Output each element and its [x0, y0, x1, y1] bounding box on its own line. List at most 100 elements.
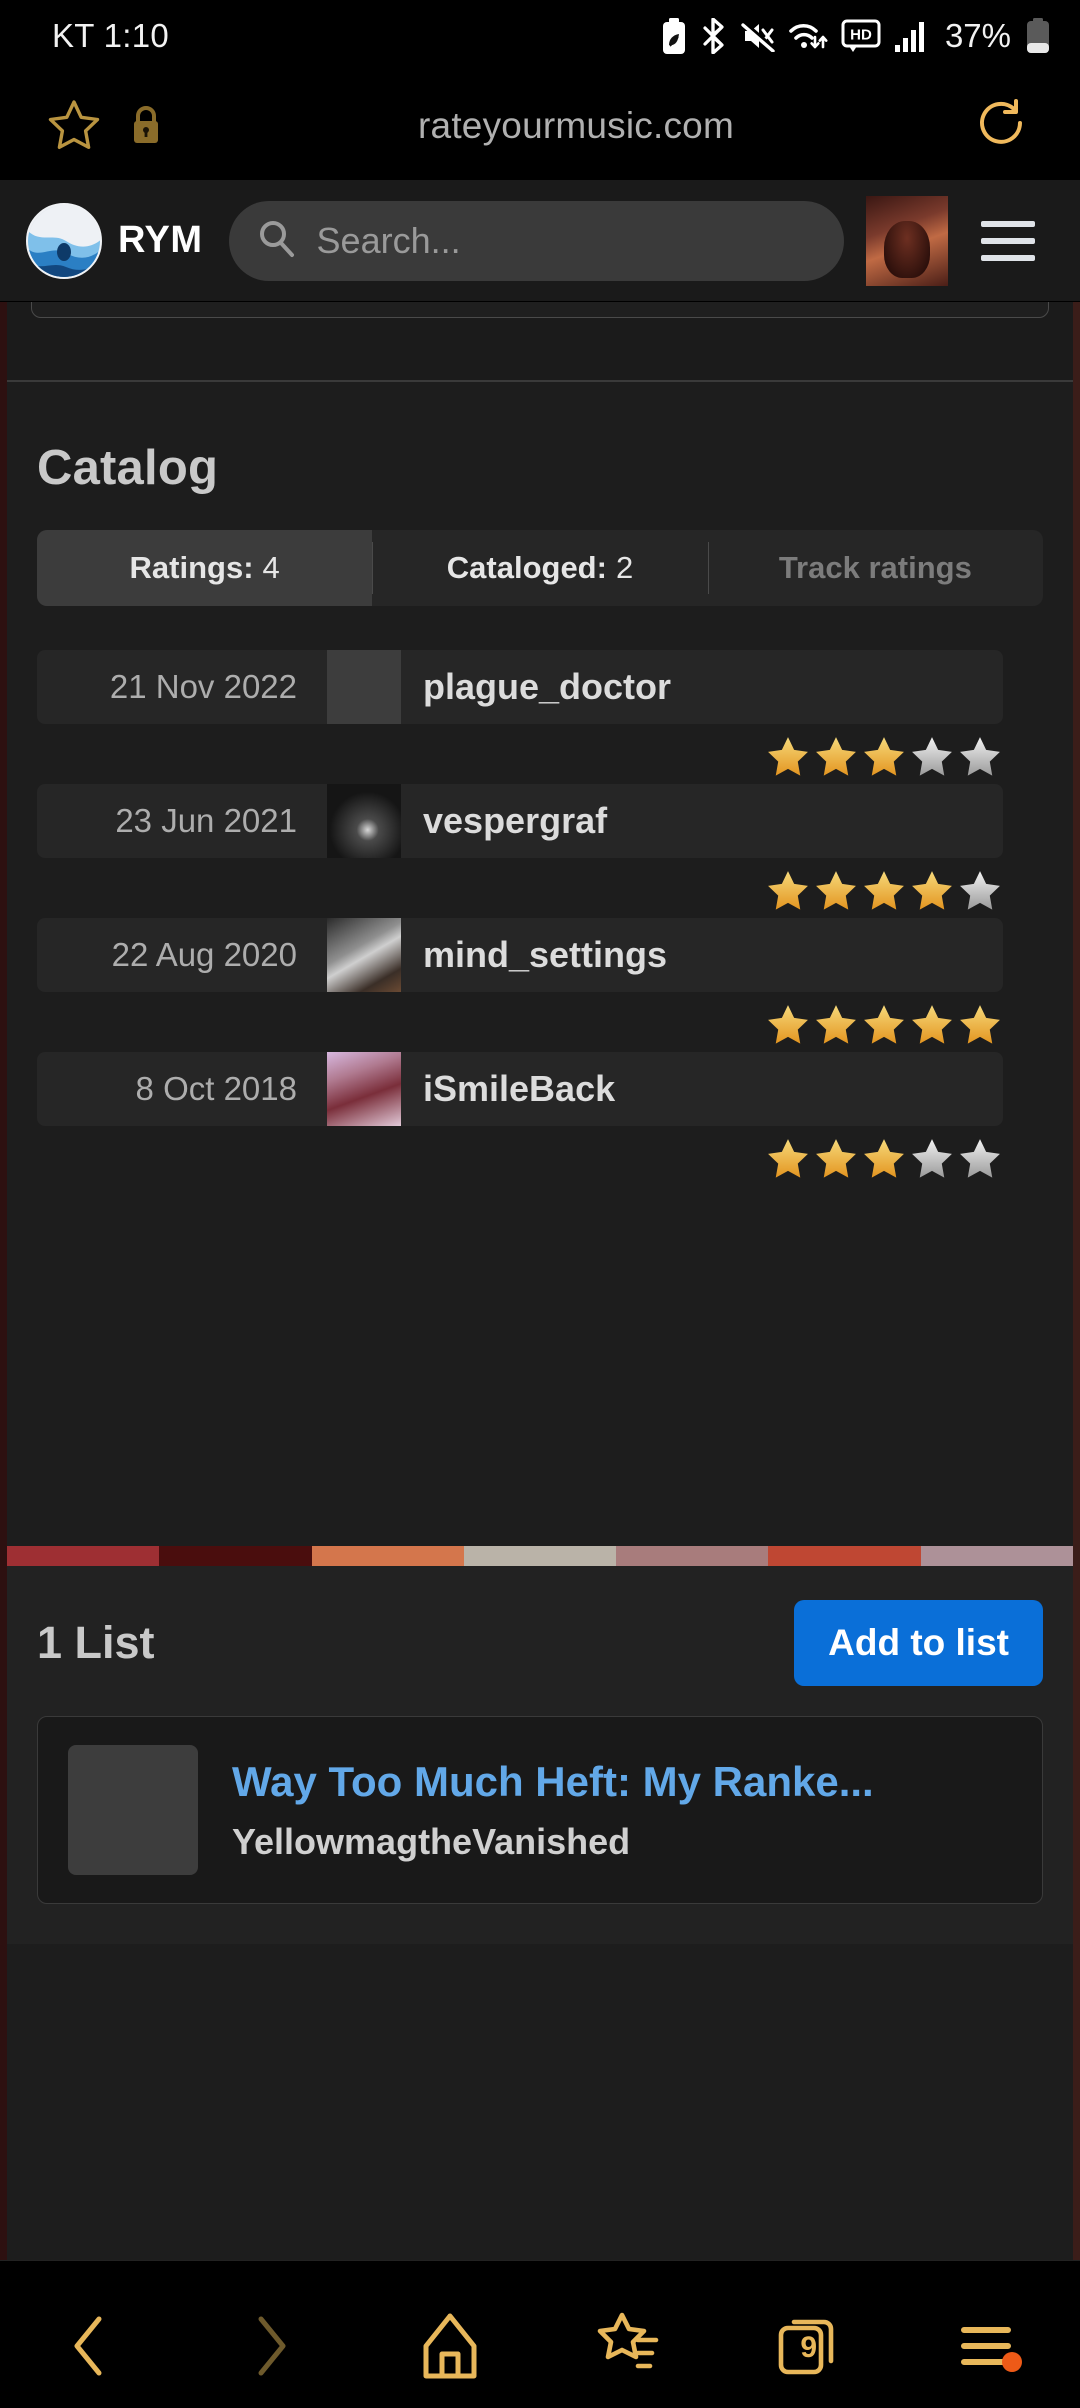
star-filled-icon [768, 871, 808, 910]
rating-date: 23 Jun 2021 [115, 802, 297, 839]
browser-back-button[interactable] [0, 2311, 180, 2381]
user-avatar-thumb[interactable] [327, 784, 401, 858]
star-filled-icon [768, 1139, 808, 1178]
star-empty-icon [960, 871, 1000, 910]
browser-forward-button[interactable] [180, 2311, 360, 2381]
browser-home-button[interactable] [360, 2310, 540, 2382]
tab-cataloged[interactable]: Cataloged: 2 [372, 530, 707, 606]
rating-row: 21 Nov 2022 plague_doctor [37, 650, 1043, 780]
rating-stars [37, 726, 1043, 780]
svg-text:HD: HD [850, 27, 872, 44]
reload-icon[interactable] [970, 97, 1042, 155]
partial-card-above [7, 302, 1073, 380]
star-filled-icon [912, 871, 952, 910]
rating-row-main[interactable]: 21 Nov 2022 plague_doctor [37, 650, 1003, 724]
star-empty-icon [912, 1139, 952, 1178]
rating-date: 8 Oct 2018 [135, 1070, 297, 1107]
palette-swatch-3 [463, 1546, 617, 1566]
site-header: RYM Search... [0, 180, 1080, 302]
catalog-section: Catalog Ratings: 4 Cataloged: 2 Track ra… [7, 440, 1073, 1546]
rating-row-main[interactable]: 22 Aug 2020 mind_settings [37, 918, 1003, 992]
palette-stripe [7, 1546, 1073, 1566]
lock-icon[interactable] [110, 102, 182, 150]
star-empty-icon [960, 737, 1000, 776]
user-avatar-thumb[interactable] [327, 650, 401, 724]
rating-username[interactable]: plague_doctor [401, 650, 1003, 724]
signal-icon [894, 19, 928, 53]
tab-track-ratings[interactable]: Track ratings [707, 530, 1043, 606]
page-title: Catalog [37, 441, 219, 495]
star-filled-icon [768, 1005, 808, 1044]
browser-tabs-button[interactable]: 9 [720, 2310, 900, 2382]
browser-bottom-nav: 9 [0, 2260, 1080, 2408]
list-item[interactable]: Way Too Much Heft: My Ranke... Yellowmag… [37, 1716, 1043, 1904]
star-empty-icon [960, 1139, 1000, 1178]
star-filled-icon [768, 737, 808, 776]
hamburger-icon[interactable] [962, 220, 1054, 261]
star-filled-icon [864, 871, 904, 910]
hd-icon: HD [841, 19, 881, 53]
rating-stars [37, 860, 1043, 914]
star-filled-icon [816, 737, 856, 776]
catalog-tabs: Ratings: 4 Cataloged: 2 Track ratings [37, 530, 1043, 606]
tab-cataloged-count: 2 [615, 550, 634, 585]
list-author[interactable]: YellowmagtheVanished [232, 1821, 1012, 1863]
browser-url-bar[interactable]: rateyourmusic.com [0, 72, 1080, 180]
bookmark-star-icon[interactable] [38, 97, 110, 155]
palette-swatch-2 [311, 1546, 464, 1566]
battery-saver-icon [661, 18, 687, 54]
star-filled-icon [912, 1005, 952, 1044]
star-filled-icon [816, 1005, 856, 1044]
search-placeholder: Search... [316, 219, 461, 261]
rating-row: 8 Oct 2018 iSmileBack [37, 1052, 1043, 1182]
star-filled-icon [960, 1005, 1000, 1044]
lists-section: 1 List Add to list Way Too Much Heft: My… [7, 1566, 1073, 1944]
page-content: Catalog Ratings: 4 Cataloged: 2 Track ra… [0, 302, 1080, 2260]
menu-notification-badge [1002, 2351, 1022, 2372]
tab-ratings-count: 4 [262, 550, 280, 585]
rating-username[interactable]: vespergraf [401, 784, 1003, 858]
palette-swatch-6 [920, 1546, 1073, 1566]
palette-swatch-5 [768, 1546, 921, 1566]
tab-cataloged-label: Cataloged: [446, 550, 607, 585]
battery-icon [1026, 18, 1050, 54]
search-input[interactable]: Search... [228, 200, 844, 281]
user-avatar-thumb[interactable] [327, 918, 401, 992]
list-title-link[interactable]: Way Too Much Heft: My Ranke... [232, 1757, 1012, 1807]
rating-row: 23 Jun 2021 vespergraf [37, 784, 1043, 914]
rating-row: 22 Aug 2020 mind_settings [37, 918, 1043, 1048]
star-filled-icon [864, 1005, 904, 1044]
browser-tab-count: 9 [800, 2330, 818, 2364]
star-empty-icon [912, 737, 952, 776]
browser-menu-button[interactable] [900, 2316, 1080, 2376]
brand-label: RYM [118, 219, 203, 261]
palette-swatch-4 [616, 1546, 769, 1566]
rym-logo-icon[interactable] [26, 202, 102, 279]
catalog-spacer [37, 1186, 1043, 1546]
bluetooth-icon [700, 18, 728, 54]
user-avatar-thumb[interactable] [327, 1052, 401, 1126]
rating-username[interactable]: mind_settings [401, 918, 1003, 992]
list-thumbnail [68, 1745, 198, 1875]
lists-header: 1 List Add to list [37, 1566, 1043, 1716]
browser-bookmarks-button[interactable] [540, 2310, 720, 2382]
rating-stars [37, 994, 1043, 1048]
rating-username[interactable]: iSmileBack [401, 1052, 1003, 1126]
palette-swatch-1 [159, 1546, 312, 1566]
status-carrier-time: KT 1:10 [52, 17, 170, 54]
wifi-icon [788, 19, 828, 53]
rating-date: 22 Aug 2020 [111, 936, 297, 973]
star-filled-icon [864, 1139, 904, 1178]
tab-ratings[interactable]: Ratings: 4 [37, 530, 373, 606]
status-bar: KT 1:10 HD 37% [0, 0, 1080, 72]
rating-row-main[interactable]: 23 Jun 2021 vespergraf [37, 784, 1003, 858]
palette-swatch-0 [7, 1546, 160, 1566]
mute-icon [740, 20, 775, 52]
star-filled-icon [864, 737, 904, 776]
user-avatar[interactable] [866, 195, 948, 286]
lists-heading: 1 List [37, 1617, 155, 1668]
rating-row-main[interactable]: 8 Oct 2018 iSmileBack [37, 1052, 1003, 1126]
url-text[interactable]: rateyourmusic.com [182, 105, 970, 147]
search-icon [257, 218, 297, 263]
add-to-list-button[interactable]: Add to list [794, 1600, 1043, 1686]
